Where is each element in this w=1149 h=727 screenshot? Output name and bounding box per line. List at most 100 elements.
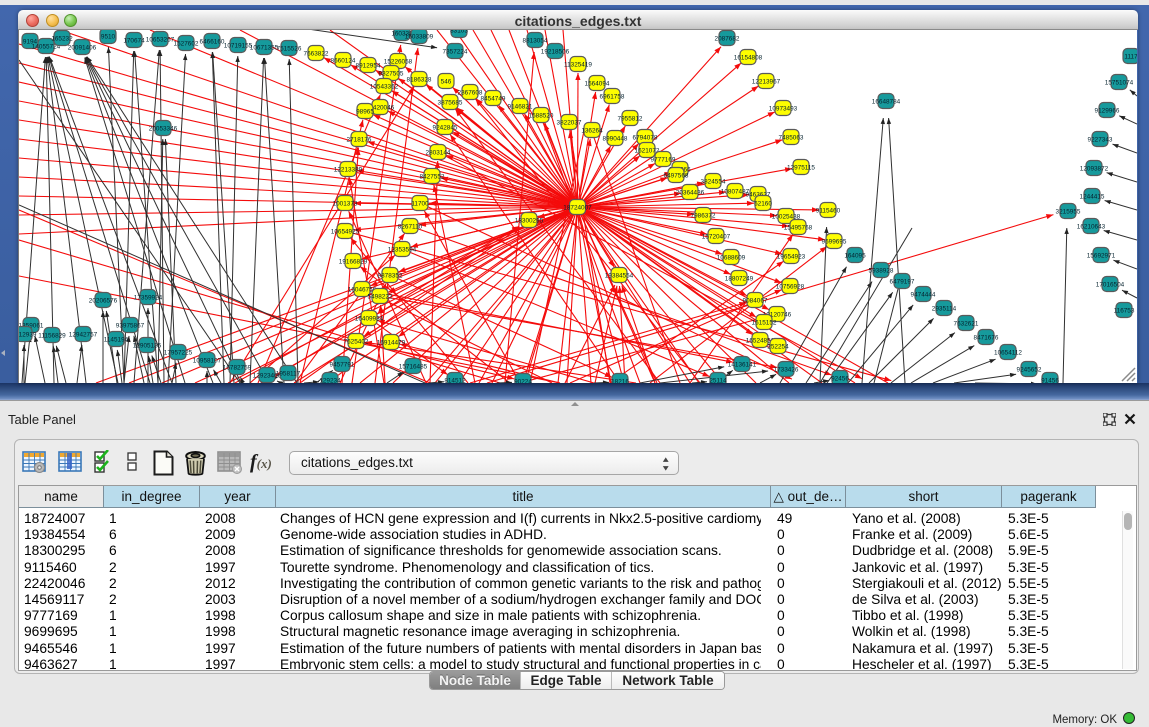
- svg-text:9115460: 9115460: [816, 207, 841, 214]
- svg-text:11325419: 11325419: [564, 61, 592, 68]
- svg-text:116753: 116753: [1114, 307, 1135, 314]
- svg-text:19166829: 19166829: [339, 258, 368, 265]
- svg-text:9327505: 9327505: [379, 70, 404, 77]
- svg-text:7515526: 7515526: [277, 45, 302, 52]
- svg-text:1588520: 1588520: [529, 112, 554, 119]
- svg-text:9457791: 9457791: [330, 361, 355, 368]
- svg-text:164095: 164095: [844, 252, 866, 259]
- svg-text:8186328: 8186328: [407, 76, 432, 83]
- svg-text:12213967: 12213967: [752, 78, 781, 85]
- svg-text:14136141: 14136141: [728, 361, 757, 368]
- svg-text:1117: 1117: [1124, 53, 1137, 60]
- svg-text:12905135: 12905135: [133, 342, 162, 349]
- svg-text:17016504: 17016504: [1096, 281, 1125, 288]
- svg-text:17359924: 17359924: [134, 294, 163, 301]
- svg-text:16914479: 16914479: [377, 339, 406, 346]
- svg-text:1564094: 1564094: [585, 80, 610, 87]
- svg-text:12353594: 12353594: [388, 246, 417, 253]
- svg-text:165232: 165232: [51, 35, 73, 42]
- svg-text:5938928: 5938928: [869, 267, 894, 274]
- svg-text:18807249: 18807249: [725, 275, 754, 282]
- svg-text:7625402: 7625402: [344, 338, 369, 345]
- svg-text:15226058: 15226058: [384, 58, 413, 65]
- svg-text:129234: 129234: [319, 377, 341, 383]
- svg-text:91456: 91456: [1041, 377, 1059, 383]
- svg-text:8471676: 8471676: [974, 334, 999, 341]
- svg-text:2803144: 2803144: [426, 149, 451, 156]
- svg-text:25114: 25114: [709, 377, 727, 383]
- svg-text:18300295: 18300295: [515, 217, 544, 224]
- svg-text:90224: 90224: [514, 378, 532, 383]
- svg-text:7663822: 7663822: [304, 50, 329, 57]
- svg-text:7485063: 7485063: [779, 134, 804, 141]
- svg-text:20206576: 20206576: [89, 297, 118, 304]
- svg-text:18216: 18216: [611, 378, 629, 383]
- svg-text:8660124: 8660124: [331, 57, 356, 64]
- svg-text:10654112: 10654112: [994, 349, 1022, 356]
- svg-text:18724007: 18724007: [563, 204, 592, 211]
- svg-text:8990448: 8990448: [603, 135, 628, 142]
- svg-text:1958117: 1958117: [276, 370, 301, 377]
- svg-text:2367608: 2367608: [458, 89, 483, 96]
- svg-text:9474444: 9474444: [911, 291, 936, 298]
- svg-text:3912939: 3912939: [19, 331, 37, 338]
- svg-text:9242845: 9242845: [433, 124, 458, 131]
- svg-text:10653267: 10653267: [146, 36, 175, 43]
- svg-text:7632621: 7632621: [954, 320, 979, 327]
- svg-text:5498222: 5498222: [368, 293, 393, 300]
- svg-text:6466160: 6466160: [200, 38, 225, 45]
- svg-text:8454749: 8454749: [481, 95, 506, 102]
- svg-text:10756928: 10756928: [776, 283, 805, 290]
- svg-text:10973493: 10973493: [769, 105, 798, 112]
- svg-text:11700: 11700: [411, 200, 429, 207]
- svg-text:19384554: 19384554: [605, 272, 634, 279]
- svg-text:8267110: 8267110: [398, 223, 423, 230]
- svg-text:62160: 62160: [754, 200, 772, 207]
- svg-text:11156829: 11156829: [38, 332, 66, 339]
- svg-text:3822037: 3822037: [557, 119, 582, 126]
- svg-text:814512: 814512: [444, 377, 466, 383]
- svg-text:15720407: 15720407: [702, 233, 731, 240]
- svg-text:15692971: 15692971: [1087, 252, 1116, 259]
- svg-text:6961758: 6961758: [600, 93, 625, 100]
- svg-text:12942757: 12942757: [69, 331, 98, 338]
- svg-text:20053346: 20053346: [149, 125, 178, 132]
- svg-text:9699695: 9699695: [822, 238, 847, 245]
- svg-text:2718176: 2718176: [347, 136, 372, 143]
- svg-text:92456: 92456: [831, 375, 849, 382]
- svg-text:8912954: 8912954: [356, 62, 381, 69]
- svg-text:9129966: 9129966: [1095, 107, 1120, 114]
- svg-text:12213389: 12213389: [334, 166, 363, 173]
- svg-text:16033809: 16033809: [405, 33, 434, 40]
- svg-text:9510: 9510: [101, 33, 116, 40]
- svg-text:7357224: 7357224: [443, 48, 468, 55]
- svg-text:10719155: 10719155: [224, 42, 253, 49]
- svg-text:83103: 83103: [450, 30, 468, 34]
- svg-text:1244415: 1244415: [1080, 193, 1105, 200]
- svg-text:16210643: 16210643: [1077, 223, 1106, 230]
- svg-text:10688609: 10688609: [717, 254, 746, 261]
- svg-text:10671355: 10671355: [250, 44, 279, 51]
- svg-text:8878352: 8878352: [378, 272, 403, 279]
- svg-text:93975867: 93975867: [116, 322, 145, 329]
- svg-text:12093872: 12093872: [1080, 165, 1109, 172]
- svg-text:16782759: 16782759: [223, 364, 252, 371]
- svg-text:170674: 170674: [123, 37, 145, 44]
- svg-text:98965: 98965: [356, 108, 374, 115]
- svg-text:1527602: 1527602: [174, 40, 199, 47]
- svg-text:7955812: 7955812: [618, 115, 643, 122]
- svg-text:546: 546: [441, 78, 452, 85]
- svg-text:19654923: 19654923: [777, 253, 806, 260]
- svg-text:10654925: 10654925: [331, 228, 360, 235]
- svg-text:2935114: 2935114: [932, 305, 957, 312]
- svg-text:17957225: 17957225: [164, 349, 193, 356]
- svg-text:1001373: 1001373: [333, 200, 358, 207]
- svg-text:16409934: 16409934: [355, 315, 384, 322]
- svg-text:10958107: 10958107: [193, 357, 222, 364]
- svg-text:9146821: 9146821: [508, 103, 533, 110]
- svg-text:20364436: 20364436: [676, 189, 705, 196]
- svg-text:15751074: 15751074: [1105, 79, 1134, 86]
- svg-text:16648784: 16648784: [872, 98, 901, 105]
- svg-text:15716485: 15716485: [399, 363, 428, 370]
- svg-text:1145194: 1145194: [104, 336, 129, 343]
